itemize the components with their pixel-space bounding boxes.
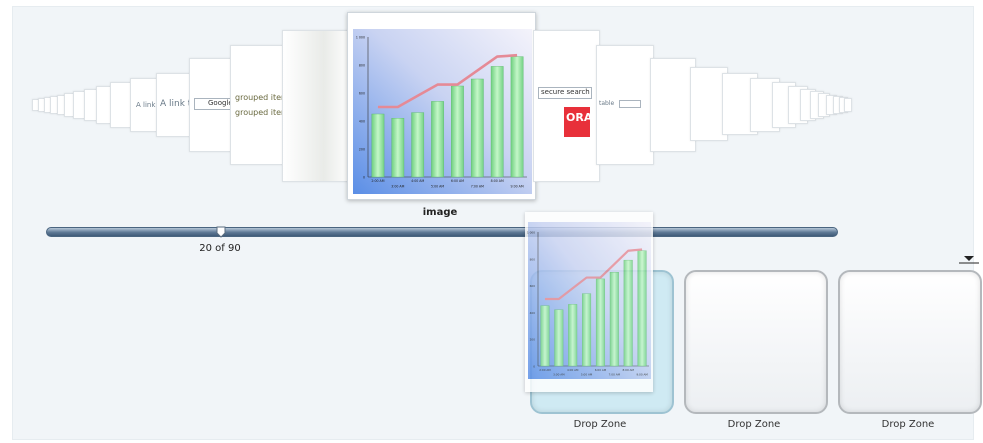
- chart-bar: [582, 293, 592, 367]
- chart-bar: [637, 250, 647, 367]
- ora-logo: ORA: [564, 107, 592, 137]
- table-label: table: [599, 100, 615, 107]
- carousel-item[interactable]: [844, 98, 852, 112]
- y-tick-label: 0: [533, 365, 535, 369]
- chart-bar: [470, 78, 484, 178]
- current-item-caption: image: [422, 207, 458, 218]
- carousel-slider-track[interactable]: [46, 227, 838, 237]
- x-tick-label: 4:00 AM: [411, 179, 424, 183]
- y-tick-label: 400: [530, 311, 536, 315]
- secure-search-text: secure search: [541, 88, 590, 96]
- grouped-item-label: grouped item: [235, 108, 287, 117]
- x-tick-label: 2:00 AM: [539, 368, 551, 372]
- x-tick-label: 3:00 AM: [553, 373, 565, 377]
- y-tick-label: 800: [530, 257, 536, 261]
- x-tick-label: 7:00 AM: [609, 373, 621, 377]
- chart-bar: [451, 85, 464, 178]
- drop-zone-label: Drop Zone: [573, 419, 627, 430]
- carousel-item[interactable]: secure search ORA: [533, 30, 600, 182]
- chart-bar: [623, 259, 633, 367]
- y-tick-label: 0: [363, 176, 365, 180]
- x-tick-label: 7:00 AM: [471, 184, 484, 188]
- y-tick-label: 600: [359, 92, 365, 96]
- x-tick-label: 3:00 AM: [391, 184, 404, 188]
- y-tick-label: 200: [530, 338, 536, 342]
- slider-counter: 20 of 90: [199, 243, 241, 254]
- chart-bar: [595, 278, 605, 367]
- drop-zone-3[interactable]: [838, 270, 982, 414]
- chart-bar: [371, 113, 385, 178]
- y-tick-label: 400: [359, 120, 365, 124]
- carousel-item[interactable]: grouped item grouped item: [230, 45, 287, 165]
- chart-bar: [391, 117, 405, 178]
- chart-thumbnail: 0 200 400 600 800 1 000 2:00 AM 4:00 AM 6:00 AM 8…: [353, 29, 532, 194]
- y-tick-label: 200: [359, 148, 365, 152]
- x-tick-label: 8:00 AM: [622, 368, 634, 372]
- chart-bar: [490, 66, 504, 178]
- y-tick-label: 1 000: [356, 36, 365, 40]
- x-tick-label: 8:00 AM: [491, 179, 504, 183]
- chart-thumbnail: 0 200 400 600 800 1 000 2:00 AM 4:00 AM 6:00 AM 8…: [527, 222, 651, 379]
- carousel-item[interactable]: Google: [189, 58, 235, 152]
- search-field: secure search: [538, 87, 592, 99]
- x-tick-label: 5:00 AM: [581, 373, 593, 377]
- chart-bar: [609, 272, 619, 367]
- x-tick-label: 2:00 AM: [371, 179, 384, 183]
- grouped-item-label: grouped item: [235, 93, 287, 102]
- chart-bar: [431, 101, 444, 178]
- slider-thumb-icon[interactable]: [216, 226, 226, 238]
- chart-bar: [568, 304, 578, 367]
- dragged-item-ghost[interactable]: 0 200 400 600 800 1 000 2:00 AM 4:00 AM 6:00 AM 8…: [525, 212, 653, 392]
- chart-bar: [510, 56, 524, 178]
- chart-bar: [554, 309, 564, 367]
- drop-zone-label: Drop Zone: [881, 419, 935, 430]
- y-tick-label: 1 000: [527, 231, 535, 235]
- drop-zone-label: Drop Zone: [727, 419, 781, 430]
- y-tick-label: 800: [359, 64, 365, 68]
- chart-bar: [411, 112, 425, 178]
- x-tick-label: 9:00 AM: [636, 373, 648, 377]
- x-tick-label: 9:00 AM: [511, 184, 524, 188]
- y-tick-label: 600: [530, 284, 536, 288]
- x-tick-label: 4:00 AM: [567, 368, 579, 372]
- dropdown-arrow-icon[interactable]: [958, 252, 980, 264]
- drop-zone-2[interactable]: [684, 270, 828, 414]
- carousel-item[interactable]: table: [596, 45, 654, 165]
- carousel-item[interactable]: [282, 30, 352, 182]
- x-tick-label: 6:00 AM: [595, 368, 607, 372]
- x-tick-label: 6:00 AM: [451, 179, 464, 183]
- google-label: Google: [208, 99, 233, 107]
- chart-bar: [540, 305, 550, 367]
- table-field: [619, 100, 641, 108]
- carousel-current-item[interactable]: 0 200 400 600 800 1 000 2:00 AM 4:00 AM 6:00 AM 8…: [347, 12, 536, 200]
- x-tick-label: 5:00 AM: [431, 184, 444, 188]
- google-button: Google: [194, 98, 233, 110]
